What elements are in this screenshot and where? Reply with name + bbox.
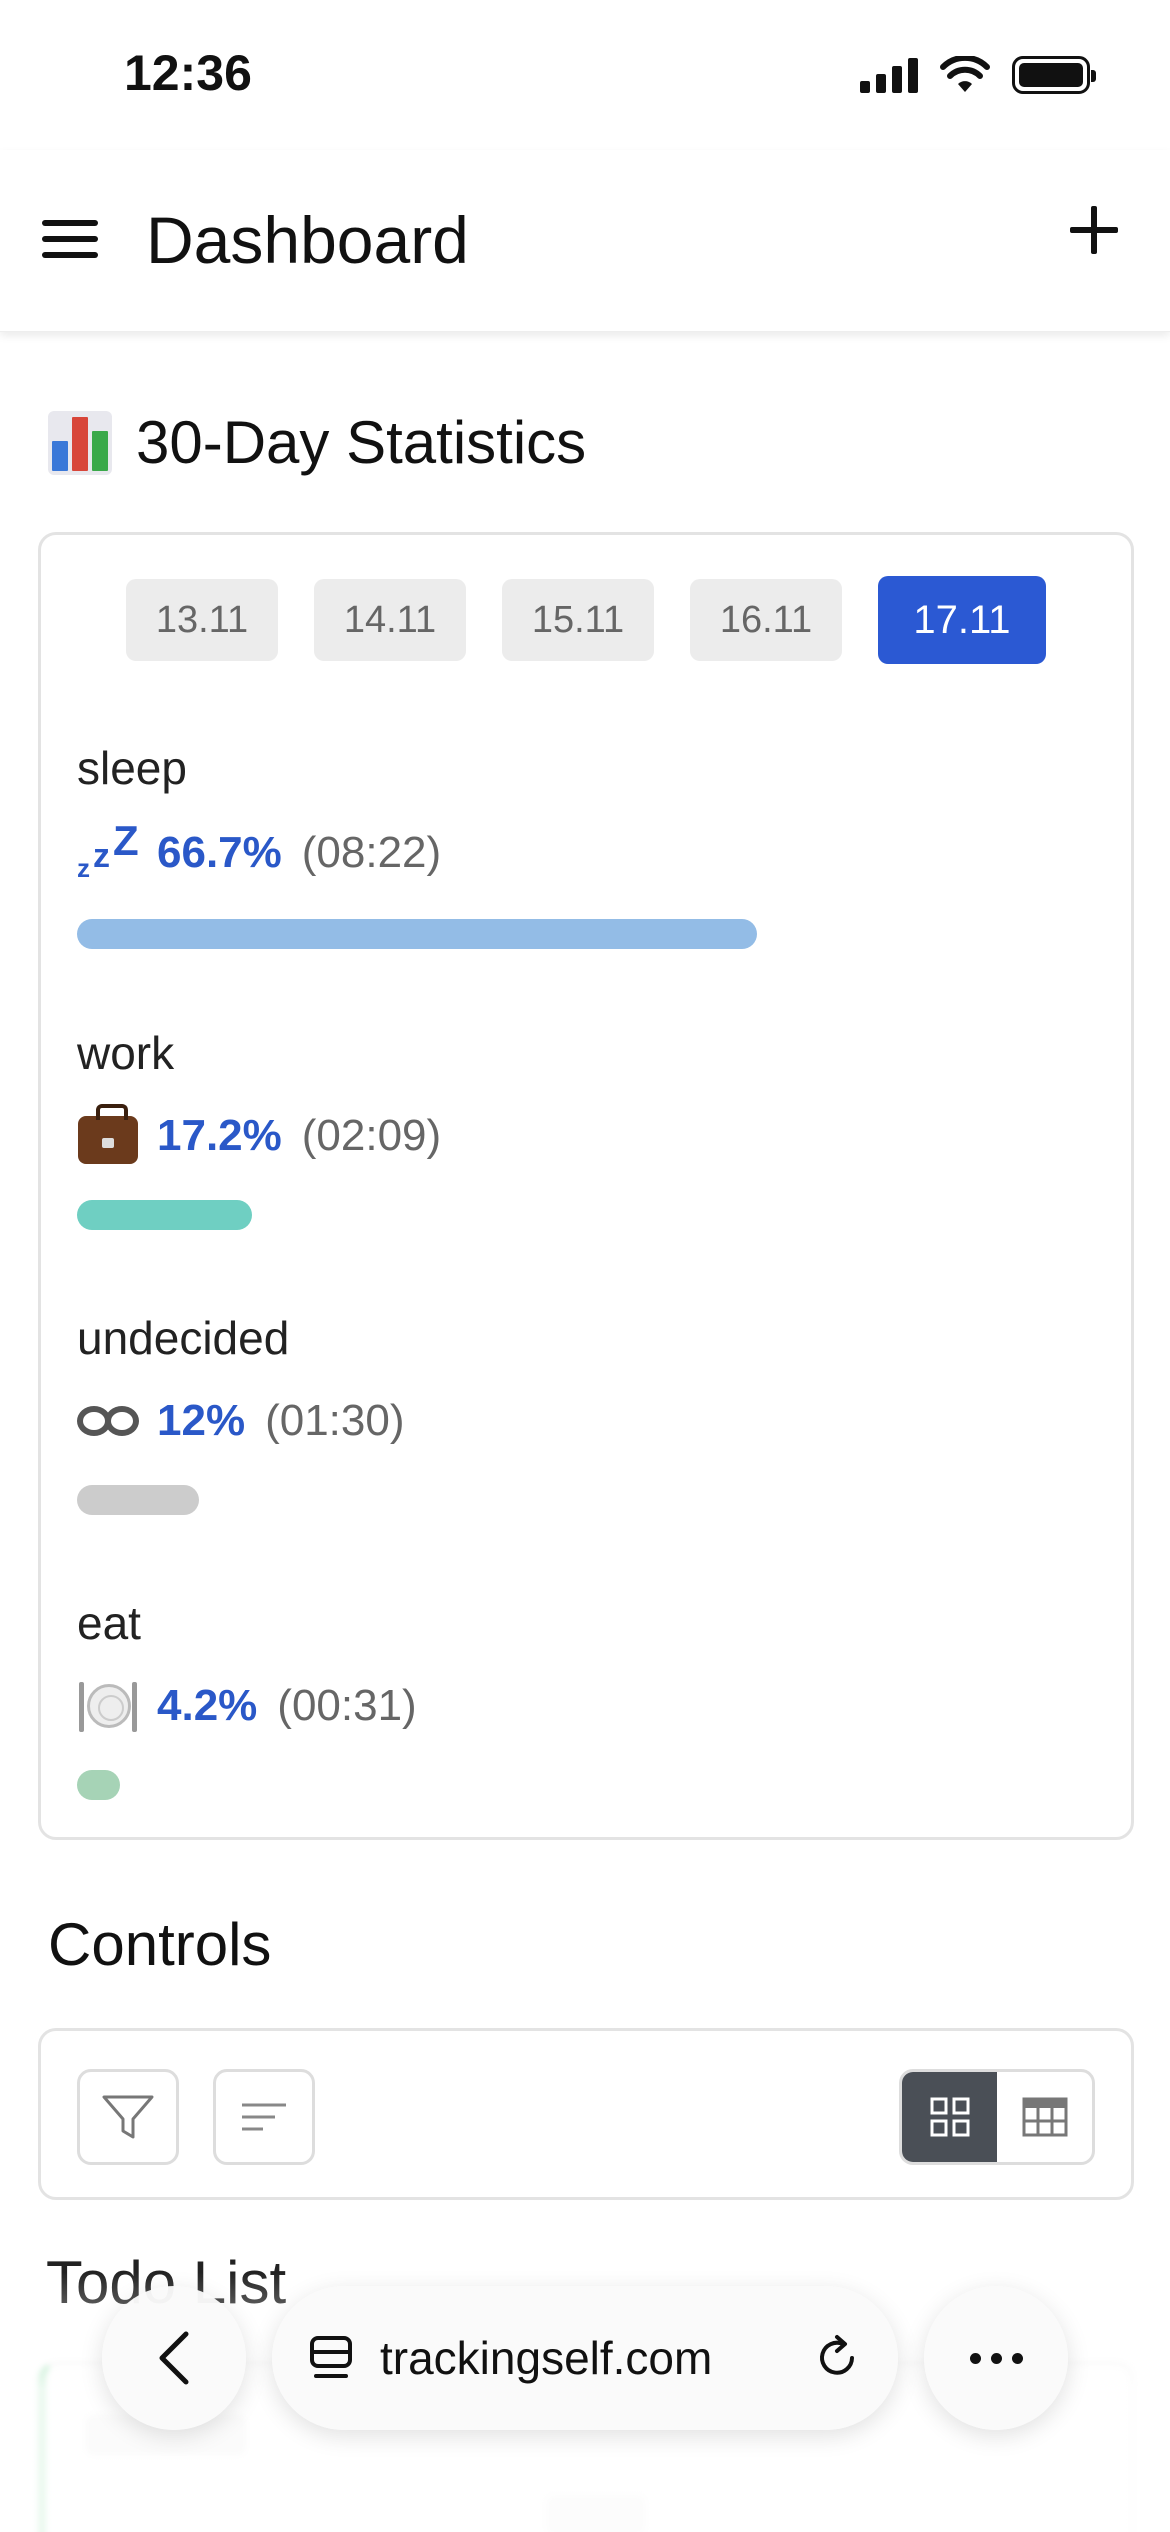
bar-chart-icon [48, 410, 112, 475]
stat-label: sleep [77, 742, 187, 794]
date-tab-17-11[interactable]: 17.11 [878, 576, 1046, 664]
browser-back-button[interactable] [102, 2286, 246, 2430]
stat-duration: (08:22) [301, 828, 442, 877]
stat-label: eat [77, 1597, 141, 1649]
infinity-icon [77, 1393, 139, 1449]
status-icons [860, 56, 1096, 94]
filter-icon [102, 2095, 154, 2139]
date-tab-15-11[interactable]: 15.11 [502, 579, 654, 661]
stats-heading-label: 30-Day Statistics [136, 409, 587, 476]
briefcase-icon [77, 1104, 139, 1164]
stat-progress-bar [77, 919, 757, 949]
reload-icon[interactable] [812, 2333, 862, 2383]
browser-address-bar[interactable]: trackingself.com [272, 2286, 898, 2430]
stat-percent: 17.2% [157, 1111, 282, 1160]
filter-button[interactable] [77, 2069, 179, 2165]
zzz-icon: zzZ [77, 817, 139, 883]
status-bar: 12:36 [0, 0, 1170, 150]
more-dots-icon [969, 2352, 981, 2364]
tabs-icon [310, 2336, 352, 2378]
status-time: 12:36 [124, 45, 252, 101]
stat-label: work [77, 1027, 175, 1079]
page-title: Dashboard [146, 203, 469, 277]
controls-card [38, 2028, 1134, 2200]
menu-icon[interactable] [42, 216, 100, 262]
stat-item-eat: eat 4.2% (00:31) [77, 1596, 1077, 1800]
more-options-button[interactable] [924, 2286, 1068, 2430]
date-tabs: 13.11 14.11 15.11 16.11 17.11 [41, 576, 1131, 664]
date-tab-14-11[interactable]: 14.11 [314, 579, 466, 661]
wifi-icon [940, 56, 990, 92]
add-button[interactable] [1064, 200, 1124, 260]
date-tab-13-11[interactable]: 13.11 [126, 579, 278, 661]
chevron-left-icon [159, 2331, 189, 2385]
sort-icon [242, 2103, 286, 2131]
sort-button[interactable] [213, 2069, 315, 2165]
grid-icon [930, 2097, 969, 2137]
stat-percent: 66.7% [157, 828, 282, 877]
stats-card: 13.11 14.11 15.11 16.11 17.11 sleep zzZ … [38, 532, 1134, 1840]
grid-view-button[interactable] [902, 2072, 997, 2162]
battery-icon [1012, 56, 1096, 94]
controls-heading: Controls [48, 1911, 272, 1978]
table-view-button[interactable] [997, 2072, 1092, 2162]
date-tab-16-11[interactable]: 16.11 [690, 579, 842, 661]
stat-duration: (00:31) [277, 1681, 417, 1730]
stat-progress-bar [77, 1485, 199, 1515]
stat-progress-bar [77, 1200, 252, 1230]
plate-icon [77, 1678, 139, 1734]
stats-heading: 30-Day Statistics [48, 408, 586, 477]
stat-duration: (01:30) [265, 1396, 405, 1445]
cellular-signal-icon [860, 57, 918, 93]
stat-item-sleep: sleep zzZ 66.7% (08:22) [77, 741, 1077, 949]
view-toggle [899, 2069, 1095, 2165]
stat-item-work: work 17.2% (02:09) [77, 1026, 1077, 1230]
stat-percent: 12% [157, 1396, 246, 1445]
stat-item-undecided: undecided 12% (01:30) [77, 1311, 1077, 1515]
stat-duration: (02:09) [301, 1111, 442, 1160]
url-text: trackingself.com [380, 2332, 713, 2384]
stat-progress-bar [77, 1770, 120, 1800]
stat-percent: 4.2% [157, 1681, 258, 1730]
stat-label: undecided [77, 1312, 290, 1364]
app-header: Dashboard [0, 150, 1170, 332]
table-icon [1022, 2097, 1067, 2137]
